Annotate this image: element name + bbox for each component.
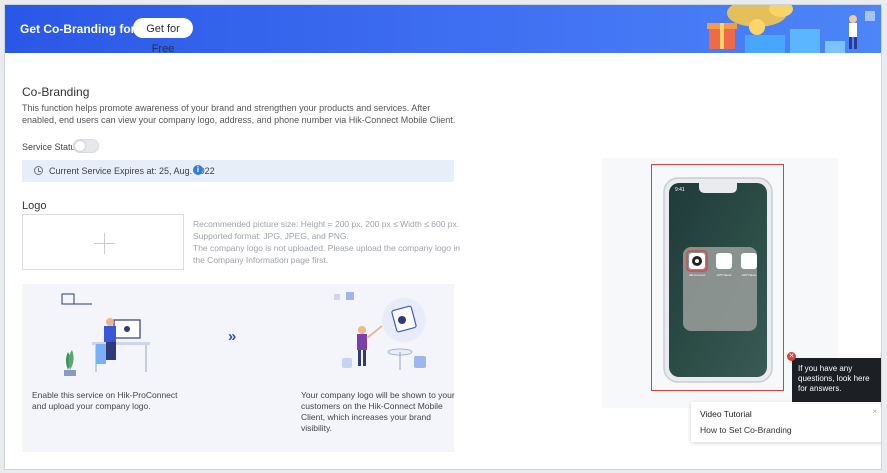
logo-hint-size: Recommended picture size: Height = 200 p… xyxy=(193,219,460,229)
section-description: This function helps promote awareness of… xyxy=(22,103,456,125)
logo-shown-illustration xyxy=(334,292,426,370)
page-frame: Get Co-Branding for Free Get for Free Co… xyxy=(4,4,882,470)
promo-banner: Get Co-Branding for Free Get for Free xyxy=(5,5,881,55)
section-title: Co-Branding xyxy=(22,85,90,99)
help-tooltip: If you have any questions, look here for… xyxy=(792,358,881,402)
service-status-toggle[interactable] xyxy=(73,139,99,153)
how-it-works-panel: » Enable this service on Hik-ProConnect … xyxy=(22,284,455,452)
video-card-close-icon[interactable]: × xyxy=(872,407,877,416)
video-tutorial-link[interactable]: How to Set Co-Branding xyxy=(700,425,792,435)
close-icon[interactable]: ✕ xyxy=(787,352,796,361)
info-icon[interactable]: i xyxy=(193,165,203,175)
clock-icon xyxy=(34,166,43,175)
enable-service-illustration xyxy=(61,293,150,376)
logo-title: Logo xyxy=(22,200,47,212)
logo-upload-box[interactable] xyxy=(22,214,184,270)
app-label-2: APP Name xyxy=(717,273,732,277)
step-two-text: Your company logo will be shown to your … xyxy=(301,390,455,433)
banner-illustration xyxy=(707,5,875,53)
plus-icon-vertical xyxy=(104,233,105,254)
step-one-text: Enable this service on Hik-ProConnect an… xyxy=(32,390,178,411)
video-tutorial-card: Video Tutorial How to Set Co-Branding × xyxy=(691,402,881,442)
phone-preview: 9:41 Hik-Connect APP Name APP Name xyxy=(663,177,773,383)
video-tutorial-title: Video Tutorial xyxy=(700,409,752,419)
logo-hint: Recommended picture size: Height = 200 p… xyxy=(193,218,463,266)
service-expire-bar: Current Service Expires at: 25, Aug. 202… xyxy=(22,160,454,182)
toggle-knob xyxy=(75,141,85,151)
step-arrows-icon: » xyxy=(228,328,237,345)
app-label-3: APP Name xyxy=(742,273,757,277)
logo-hint-status: The company logo is not uploaded. Please… xyxy=(193,243,460,265)
app-label-hik-connect: Hik-Connect xyxy=(689,273,706,277)
logo-hint-format: Supported format: JPG, JPEG, and PNG. xyxy=(193,231,349,241)
expire-text: Current Service Expires at: 25, Aug. 202… xyxy=(49,166,215,176)
svg-text:9:41: 9:41 xyxy=(675,187,685,193)
get-for-free-button[interactable]: Get for Free xyxy=(133,18,193,55)
